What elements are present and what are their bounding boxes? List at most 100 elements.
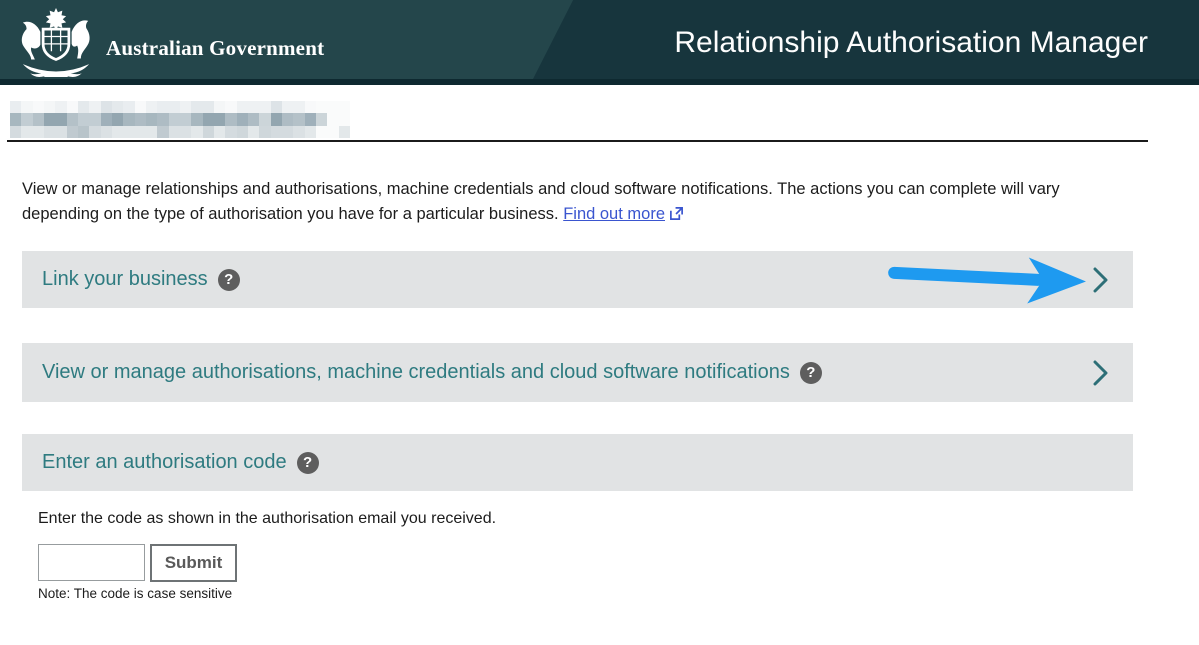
- app-title: Relationship Authorisation Manager: [674, 26, 1148, 60]
- page-root: Australian Government Relationship Autho…: [0, 0, 1199, 645]
- redaction-pixel: [248, 126, 259, 138]
- redaction-pixel: [33, 101, 44, 113]
- redaction-pixel: [169, 113, 180, 125]
- header-banner-bottom-strip: [0, 79, 1199, 85]
- redaction-pixel: [146, 126, 157, 138]
- redaction-pixel: [44, 101, 55, 113]
- redaction-pixel: [316, 101, 327, 113]
- redaction-pixel: [271, 126, 282, 138]
- redaction-pixel: [146, 113, 157, 125]
- redaction-pixel: [33, 126, 44, 138]
- redaction-pixel: [191, 126, 202, 138]
- redaction-pixel: [180, 126, 191, 138]
- redaction-pixel: [191, 113, 202, 125]
- redaction-pixel: [10, 101, 21, 113]
- redaction-pixel: [237, 101, 248, 113]
- redaction-pixel: [214, 126, 225, 138]
- redaction-pixel: [101, 126, 112, 138]
- redaction-pixel: [123, 101, 134, 113]
- redaction-pixel: [78, 126, 89, 138]
- redaction-pixel: [327, 113, 338, 125]
- auth-code-instruction: Enter the code as shown in the authorisa…: [38, 510, 496, 528]
- intro-paragraph: View or manage relationships and authori…: [22, 177, 1106, 227]
- redaction-pixel: [67, 126, 78, 138]
- redaction-pixel: [282, 113, 293, 125]
- redaction-pixel: [225, 126, 236, 138]
- redaction-pixel: [10, 126, 21, 138]
- redaction-pixel: [123, 126, 134, 138]
- redacted-username: [10, 101, 350, 138]
- redaction-pixel: [225, 101, 236, 113]
- accordion-enter-auth-code[interactable]: Enter an authorisation code ?: [22, 434, 1133, 491]
- redaction-pixel: [21, 126, 32, 138]
- accordion-link-your-business[interactable]: Link your business ?: [22, 251, 1133, 308]
- redaction-pixel: [225, 113, 236, 125]
- coat-of-arms-icon: [10, 7, 102, 77]
- redaction-pixel: [248, 101, 259, 113]
- chevron-right-icon: [1092, 267, 1109, 293]
- gov-label: Australian Government: [106, 36, 324, 61]
- accordion-view-or-manage[interactable]: View or manage authorisations, machine c…: [22, 343, 1133, 402]
- redaction-pixel: [78, 113, 89, 125]
- accordion-label: View or manage authorisations, machine c…: [42, 361, 790, 384]
- redaction-pixel: [101, 101, 112, 113]
- redaction-pixel: [135, 113, 146, 125]
- redaction-pixel: [89, 126, 100, 138]
- redaction-pixel: [78, 101, 89, 113]
- help-icon[interactable]: ?: [218, 269, 240, 291]
- redaction-pixel: [259, 113, 270, 125]
- auth-code-input[interactable]: [38, 544, 145, 581]
- redaction-pixel: [293, 126, 304, 138]
- redaction-pixel: [191, 101, 202, 113]
- accordion-label: Link your business: [42, 268, 208, 291]
- redaction-pixel: [55, 126, 66, 138]
- redaction-pixel: [10, 113, 21, 125]
- redaction-pixel: [305, 113, 316, 125]
- help-icon[interactable]: ?: [800, 362, 822, 384]
- accordion-label: Enter an authorisation code: [42, 451, 287, 474]
- header-banner: Australian Government Relationship Autho…: [0, 0, 1199, 85]
- redaction-pixel: [157, 126, 168, 138]
- redaction-pixel: [135, 126, 146, 138]
- redaction-pixel: [180, 113, 191, 125]
- redaction-pixel: [135, 101, 146, 113]
- redaction-pixel: [214, 113, 225, 125]
- redaction-pixel: [259, 126, 270, 138]
- redaction-pixel: [248, 113, 259, 125]
- redaction-pixel: [89, 101, 100, 113]
- redaction-pixel: [101, 113, 112, 125]
- redaction-pixel: [33, 113, 44, 125]
- redaction-pixel: [293, 113, 304, 125]
- redaction-pixel: [112, 101, 123, 113]
- redaction-pixel: [316, 113, 327, 125]
- redaction-pixel: [44, 126, 55, 138]
- redaction-pixel: [67, 113, 78, 125]
- redaction-pixel: [157, 101, 168, 113]
- redaction-pixel: [21, 113, 32, 125]
- redaction-pixel: [327, 101, 338, 113]
- find-out-more-link[interactable]: Find out more: [563, 205, 684, 223]
- redaction-pixel: [123, 113, 134, 125]
- redaction-pixel: [259, 101, 270, 113]
- redaction-pixel: [293, 101, 304, 113]
- chevron-right-icon: [1092, 360, 1109, 386]
- redaction-pixel: [316, 126, 327, 138]
- redaction-pixel: [305, 126, 316, 138]
- divider: [7, 140, 1148, 142]
- redaction-pixel: [55, 101, 66, 113]
- redaction-pixel: [112, 113, 123, 125]
- help-icon[interactable]: ?: [297, 452, 319, 474]
- redaction-pixel: [214, 101, 225, 113]
- redaction-pixel: [203, 126, 214, 138]
- external-link-icon: [669, 206, 684, 221]
- case-sensitive-note: Note: The code is case sensitive: [38, 586, 232, 601]
- redaction-pixel: [146, 101, 157, 113]
- submit-button[interactable]: Submit: [150, 544, 237, 582]
- redaction-pixel: [67, 101, 78, 113]
- redaction-pixel: [339, 101, 350, 113]
- redaction-pixel: [180, 101, 191, 113]
- redaction-pixel: [282, 101, 293, 113]
- redaction-pixel: [203, 113, 214, 125]
- intro-text: View or manage relationships and authori…: [22, 180, 1060, 223]
- redaction-pixel: [237, 113, 248, 125]
